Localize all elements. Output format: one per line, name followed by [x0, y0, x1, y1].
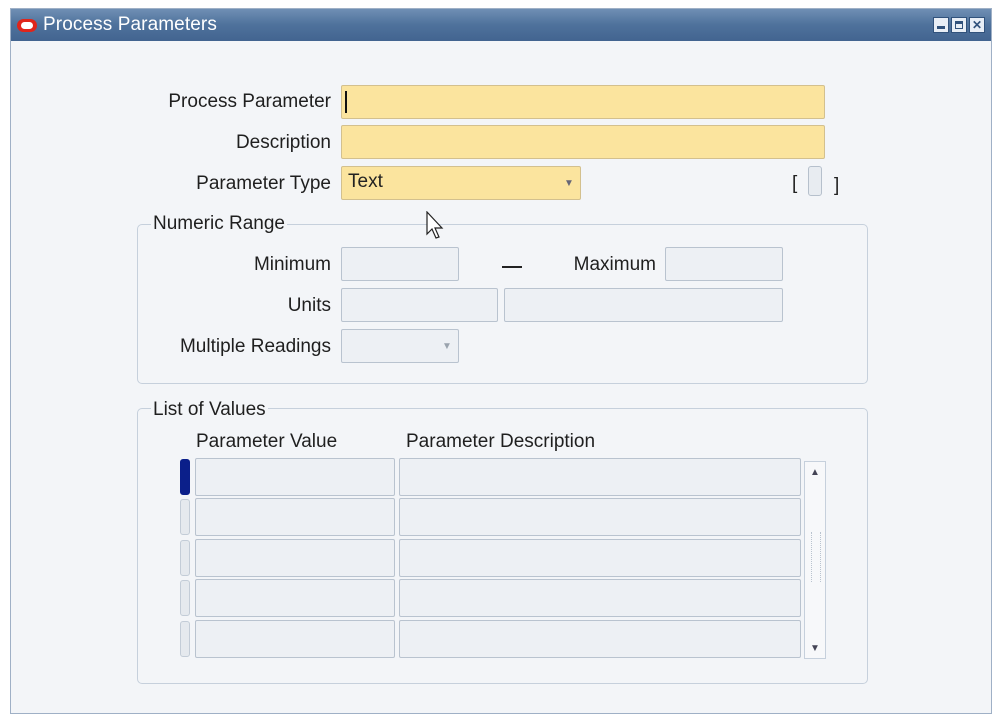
- maximum-input[interactable]: [665, 247, 783, 281]
- maximum-label: Maximum: [573, 254, 656, 275]
- description-label: Description: [235, 132, 331, 153]
- scroll-down-icon[interactable]: ▼: [805, 638, 825, 658]
- descriptive-flexfield[interactable]: [808, 166, 822, 196]
- units-description-input: [504, 288, 783, 322]
- column-header-parameter-description: Parameter Description: [406, 431, 596, 452]
- parameter-description-cell[interactable]: [399, 498, 801, 536]
- row-indicator[interactable]: [180, 540, 190, 576]
- dropdown-arrow-icon[interactable]: ▼: [560, 169, 578, 197]
- parameter-value-cell[interactable]: [195, 498, 395, 536]
- scroll-thumb[interactable]: [811, 532, 821, 582]
- flex-close-bracket: ]: [834, 175, 840, 196]
- numeric-range-title: Numeric Range: [151, 213, 287, 235]
- window-controls: ✕: [933, 17, 985, 33]
- text-cursor: [345, 91, 347, 113]
- parameter-description-cell[interactable]: [399, 579, 801, 617]
- window-titlebar[interactable]: Process Parameters ✕: [11, 9, 991, 41]
- scroll-up-icon[interactable]: ▲: [805, 462, 825, 482]
- units-label: Units: [287, 295, 331, 316]
- minimum-label: Minimum: [253, 254, 331, 275]
- process-parameter-label: Process Parameter: [168, 91, 331, 112]
- parameter-value-cell[interactable]: [195, 579, 395, 617]
- parameter-type-label: Parameter Type: [196, 173, 331, 194]
- units-input[interactable]: [341, 288, 498, 322]
- process-parameter-input[interactable]: [341, 85, 825, 119]
- close-icon[interactable]: ✕: [969, 17, 985, 33]
- dropdown-arrow-icon[interactable]: ▼: [438, 332, 456, 360]
- range-separator: [502, 266, 522, 268]
- mouse-pointer-icon: [426, 211, 444, 239]
- parameter-value-cell[interactable]: [195, 539, 395, 577]
- row-indicator[interactable]: [180, 580, 190, 616]
- parameter-value-cell[interactable]: [195, 620, 395, 658]
- oracle-logo-icon: [17, 18, 37, 32]
- column-header-parameter-value: Parameter Value: [196, 431, 338, 452]
- description-input[interactable]: [341, 125, 825, 159]
- maximize-icon[interactable]: [951, 17, 967, 33]
- window-title: Process Parameters: [43, 14, 217, 35]
- multiple-readings-label: Multiple Readings: [179, 336, 331, 357]
- list-of-values-title: List of Values: [151, 399, 268, 421]
- row-indicator[interactable]: [180, 499, 190, 535]
- parameter-type-select[interactable]: Text ▼: [341, 166, 581, 200]
- row-indicator-current[interactable]: [180, 459, 190, 495]
- row-indicator[interactable]: [180, 621, 190, 657]
- multiple-readings-select[interactable]: ▼: [341, 329, 459, 363]
- parameter-description-cell[interactable]: [399, 539, 801, 577]
- parameter-value-cell[interactable]: [195, 458, 395, 496]
- minimum-input[interactable]: [341, 247, 459, 281]
- parameter-description-cell[interactable]: [399, 458, 801, 496]
- flex-open-bracket: [: [792, 173, 798, 194]
- minimize-icon[interactable]: [933, 17, 949, 33]
- parameter-description-cell[interactable]: [399, 620, 801, 658]
- list-scrollbar[interactable]: ▲ ▼: [804, 461, 826, 659]
